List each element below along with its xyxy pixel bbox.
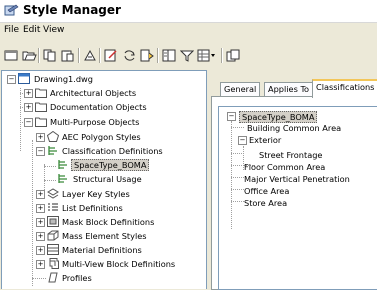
expand-toggle[interactable]: + [36, 133, 45, 142]
expand-toggle[interactable]: + [24, 89, 33, 98]
menu-edit[interactable]: Edit [23, 25, 40, 35]
tab-general[interactable]: General [220, 82, 261, 97]
toolbar-separator [38, 48, 40, 63]
classification-item[interactable]: Building Common Area [247, 123, 341, 133]
paste-icon[interactable] [60, 48, 76, 62]
tree-item-classification-definitions[interactable]: Classification Definitions [62, 146, 163, 156]
multi-view-block-icon [49, 258, 59, 269]
classification-definition-icon [58, 174, 67, 183]
classification-root-spacetype-boma[interactable]: SpaceType_BOMA [239, 111, 318, 123]
classification-item[interactable]: Street Frontage [259, 150, 322, 160]
classification-icon [48, 146, 57, 155]
tree-item-multi-purpose-objects[interactable]: Multi-Purpose Objects [50, 117, 139, 127]
tree-item-aec-polygon-styles[interactable]: AEC Polygon Styles [62, 132, 141, 142]
tree-item-layer-key-styles[interactable]: Layer Key Styles [62, 189, 130, 199]
layer-key-icon [47, 188, 59, 199]
inline-edit-icon[interactable] [225, 48, 241, 62]
drawing-file-icon [18, 73, 30, 84]
toggle-view-icon[interactable] [161, 48, 177, 62]
collapse-toggle[interactable]: − [7, 75, 16, 84]
folder-icon [35, 88, 47, 98]
classification-item[interactable]: Exterior [249, 135, 281, 145]
menu-file[interactable]: File [4, 25, 19, 35]
tree-item-multi-view-block-definitions[interactable]: Multi-View Block Definitions [62, 259, 175, 269]
filter-icon[interactable] [179, 48, 195, 62]
polygon-icon [47, 131, 59, 142]
open-folder-icon [35, 117, 47, 127]
menu-bar: File Edit View [0, 23, 377, 39]
classification-item[interactable]: Major Vertical Penetration [244, 174, 350, 184]
classification-item[interactable]: Store Area [244, 198, 287, 208]
toolbar-separator [99, 48, 101, 63]
title-bar: Style Manager [0, 0, 377, 23]
mask-block-icon [47, 216, 59, 227]
copy-icon[interactable] [42, 48, 58, 62]
expand-toggle[interactable]: + [24, 103, 33, 112]
view-options-icon[interactable] [196, 48, 218, 62]
tree-item-architectural-objects[interactable]: Architectural Objects [50, 88, 136, 98]
profile-icon [48, 272, 58, 283]
list-icon [48, 203, 58, 211]
refresh-icon[interactable] [121, 48, 137, 62]
import-export-icon[interactable] [139, 48, 155, 62]
tree-item-mask-block-definitions[interactable]: Mask Block Definitions [62, 217, 154, 227]
expand-toggle[interactable]: + [36, 232, 45, 241]
purge-icon[interactable] [82, 48, 98, 62]
toolbar-separator [78, 48, 80, 63]
tab-applies-to[interactable]: Applies To [264, 82, 314, 97]
tree-item-list-definitions[interactable]: List Definitions [62, 203, 123, 213]
tab-classifications[interactable]: Classifications [312, 79, 377, 98]
mass-element-icon [47, 230, 59, 241]
toolbar-separator [157, 48, 159, 63]
style-manager-app-icon [4, 4, 19, 16]
tree-item-documentation-objects[interactable]: Documentation Objects [50, 102, 147, 112]
expand-toggle[interactable]: + [36, 246, 45, 255]
classification-item[interactable]: Office Area [244, 186, 289, 196]
tree-item-profiles[interactable]: Profiles [62, 273, 92, 283]
toolbar-separator [221, 48, 223, 63]
collapse-toggle[interactable]: − [24, 118, 33, 127]
expand-toggle[interactable]: + [36, 204, 45, 213]
collapse-toggle[interactable]: − [36, 147, 45, 156]
tree-item-material-definitions[interactable]: Material Definitions [62, 245, 142, 255]
toolbar [0, 42, 377, 68]
tree-item-structural-usage[interactable]: Structural Usage [73, 174, 142, 184]
window-title: Style Manager [23, 3, 121, 17]
tree-item-mass-element-styles[interactable]: Mass Element Styles [62, 231, 147, 241]
classification-item[interactable]: Floor Common Area [244, 162, 325, 172]
collapse-toggle[interactable]: − [227, 112, 236, 121]
style-tree-panel: − Drawing1.dwg + Architectural Objects +… [1, 70, 207, 289]
expand-toggle[interactable]: + [36, 260, 45, 269]
expand-toggle[interactable]: + [36, 190, 45, 199]
edit-style-icon[interactable] [103, 48, 119, 62]
tree-item-spacetype-boma[interactable]: SpaceType_BOMA [71, 159, 150, 171]
new-icon[interactable] [3, 48, 19, 62]
collapse-toggle[interactable]: − [238, 136, 247, 145]
open-icon[interactable] [21, 48, 37, 62]
menu-view[interactable]: View [43, 25, 64, 35]
folder-icon [35, 102, 47, 112]
classification-definition-icon [58, 160, 67, 169]
classifications-tree: − SpaceType_BOMA Building Common Area − … [218, 106, 377, 290]
expand-toggle[interactable]: + [36, 218, 45, 227]
material-icon [47, 244, 59, 255]
tree-root-drawing[interactable]: Drawing1.dwg [34, 74, 93, 84]
